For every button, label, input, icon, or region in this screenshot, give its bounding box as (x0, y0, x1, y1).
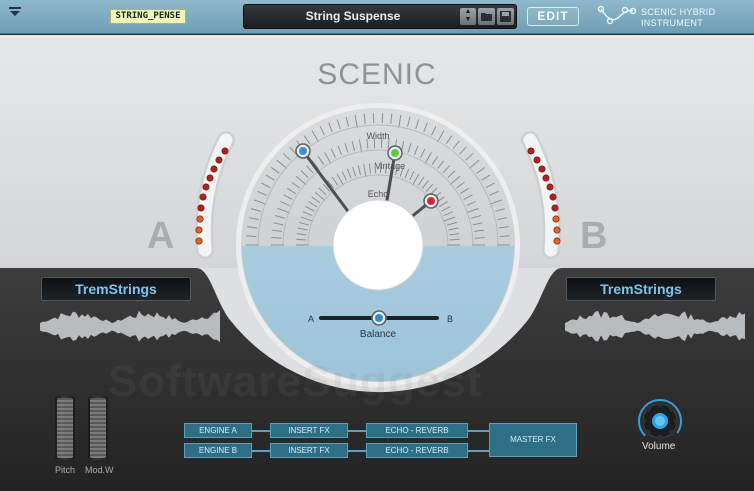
volume-knob[interactable] (637, 398, 683, 444)
master-fx-button[interactable]: MASTER FX (489, 423, 577, 457)
fx-connector (252, 450, 270, 452)
engine-a-letter: A (147, 215, 175, 257)
pitch-wheel[interactable] (55, 396, 75, 460)
led-indicator (195, 237, 203, 245)
echo-reverb-b-button[interactable]: ECHO - REVERB (366, 443, 468, 458)
led-indicator (527, 147, 535, 155)
engine-a-sound-name[interactable]: TremStrings (41, 277, 191, 301)
waveform-b (565, 310, 745, 342)
engine-b-button[interactable]: ENGINE B (184, 443, 252, 458)
led-indicator (546, 183, 554, 191)
led-indicator (195, 226, 203, 234)
led-indicator (221, 147, 229, 155)
dial-label-echo: Echo (368, 189, 389, 199)
led-indicator (553, 226, 561, 234)
fx-connector (348, 430, 366, 432)
led-indicator (199, 193, 207, 201)
led-indicator (202, 183, 210, 191)
engine-b-letter: B (580, 215, 608, 257)
led-indicator (533, 156, 541, 164)
led-indicator (210, 165, 218, 173)
led-indicator (206, 174, 214, 182)
dial-label-width: Width (366, 131, 389, 141)
insert-fx-a-button[interactable]: INSERT FX (270, 423, 348, 438)
led-indicator (542, 174, 550, 182)
led-indicator (196, 215, 204, 223)
fx-connector (468, 430, 489, 432)
dial-center-hub (332, 199, 424, 291)
dial-label-vintage: Vintage (375, 161, 405, 171)
fx-connector (348, 450, 366, 452)
waveform-a (40, 310, 220, 343)
led-indicator (551, 204, 559, 212)
led-indicator (197, 204, 205, 212)
scenic-title: SCENIC (317, 58, 437, 91)
engine-a-button[interactable]: ENGINE A (184, 423, 252, 438)
led-indicator (538, 165, 546, 173)
balance-label: Balance (360, 329, 397, 340)
insert-fx-b-button[interactable]: INSERT FX (270, 443, 348, 458)
led-indicator (549, 193, 557, 201)
engine-b-sound-name[interactable]: TremStrings (566, 277, 716, 301)
balance-b-label: B (447, 314, 453, 324)
led-meter-b (521, 131, 561, 259)
led-indicator (215, 156, 223, 164)
fx-connector (468, 450, 489, 452)
watermark: SoftwareSuggest (108, 357, 483, 406)
mod-wheel[interactable] (88, 396, 108, 460)
balance-a-label: A (308, 314, 314, 324)
mod-wheel-label: Mod.W (85, 465, 114, 475)
led-indicator (552, 215, 560, 223)
led-indicator (553, 237, 561, 245)
fx-connector (252, 430, 270, 432)
pitch-label: Pitch (55, 465, 76, 475)
led-meter-a (195, 131, 235, 259)
volume-label: Volume (642, 441, 676, 452)
echo-reverb-a-button[interactable]: ECHO - REVERB (366, 423, 468, 438)
